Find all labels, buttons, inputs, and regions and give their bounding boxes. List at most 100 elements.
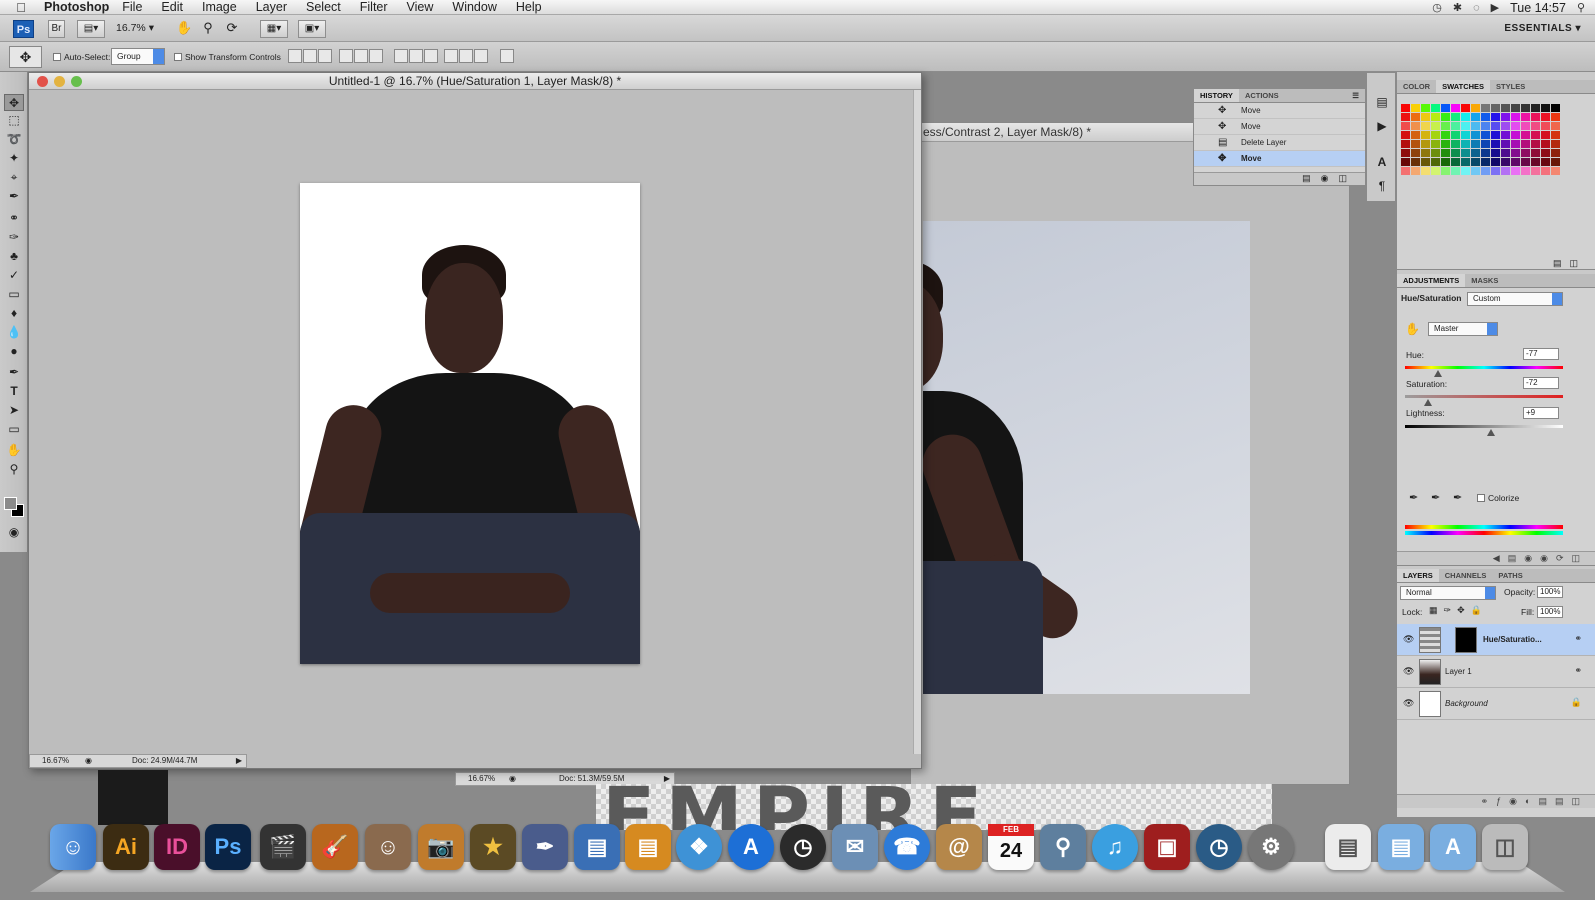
quick-selection-tool-icon[interactable]: ✦ (4, 150, 24, 167)
tab-history[interactable]: HISTORY (1194, 89, 1239, 102)
swatch-cell[interactable] (1461, 140, 1470, 148)
swatch-cell[interactable] (1501, 131, 1510, 139)
swatch-cell[interactable] (1491, 140, 1500, 148)
tab-color[interactable]: COLOR (1397, 80, 1436, 93)
swatch-cell[interactable] (1401, 158, 1410, 166)
swatch-cell[interactable] (1551, 140, 1560, 148)
app-store-icon[interactable]: A (728, 824, 774, 870)
time-machine-icon[interactable]: ◷ (1432, 1, 1442, 14)
swatch-cell[interactable] (1421, 167, 1430, 175)
eye-visibility-icon[interactable]: 👁 (1403, 698, 1414, 709)
mail-icon[interactable]: ✉ (832, 824, 878, 870)
wifi-icon[interactable]: ◌ (1473, 2, 1480, 14)
layer-name[interactable]: Background (1445, 699, 1488, 708)
rectangle-tool-icon[interactable]: ▭ (4, 421, 24, 438)
eye-visibility-icon[interactable]: 👁 (1403, 634, 1414, 645)
eyedropper-minus-icon[interactable]: ✒ (1453, 491, 1462, 504)
trash-dock-icon[interactable]: ◫ (1482, 824, 1528, 870)
swatch-cell[interactable] (1461, 104, 1470, 112)
eyedropper-tool-icon[interactable]: ✒ (4, 188, 24, 205)
reset-icon[interactable]: ⟳ (1556, 553, 1572, 563)
swatch-cell[interactable] (1431, 104, 1440, 112)
paint-bucket-tool-icon[interactable]: ♦ (4, 305, 24, 322)
swatch-cell[interactable] (1541, 140, 1550, 148)
swatch-cell[interactable] (1551, 131, 1560, 139)
swatch-cell[interactable] (1541, 113, 1550, 121)
align-top-icon[interactable] (288, 49, 302, 63)
tab-channels[interactable]: CHANNELS (1439, 569, 1493, 582)
swatch-cell[interactable] (1461, 167, 1470, 175)
hue-value-field[interactable]: -77 (1523, 348, 1559, 360)
swatch-cell[interactable] (1411, 149, 1420, 157)
healing-brush-tool-icon[interactable]: ⚭ (4, 210, 24, 227)
move-tool-icon[interactable]: ✥ (4, 94, 24, 111)
swatch-cell[interactable] (1431, 140, 1440, 148)
channel-select[interactable]: Master (1428, 322, 1498, 336)
swatch-cell[interactable] (1471, 122, 1480, 130)
menu-help[interactable]: Help (516, 0, 542, 14)
tab-masks[interactable]: MASKS (1465, 274, 1504, 287)
iphoto-icon[interactable]: 📷 (418, 824, 464, 870)
swatch-cell[interactable] (1521, 104, 1530, 112)
lock-transparency-icon[interactable]: ▦ (1429, 605, 1444, 615)
opacity-field[interactable]: 100% (1537, 586, 1563, 598)
menu-app-name[interactable]: Photoshop (44, 0, 109, 14)
swatch-grid[interactable] (1401, 104, 1560, 175)
facetime-icon[interactable]: ☎ (884, 824, 930, 870)
crop-tool-icon[interactable]: ⌖ (4, 169, 24, 186)
history-row[interactable]: ▤ Delete Layer (1194, 135, 1365, 151)
clone-stamp-tool-icon[interactable]: ♣ (4, 248, 24, 265)
bridge-button[interactable]: Br (48, 20, 65, 38)
layer-mask-thumbnail[interactable] (1455, 627, 1477, 653)
final-cut-icon[interactable]: 🎬 (260, 824, 306, 870)
preview-icon[interactable]: ⚲ (1040, 824, 1086, 870)
swatch-cell[interactable] (1461, 158, 1470, 166)
swatch-cell[interactable] (1431, 167, 1440, 175)
saturation-value-field[interactable]: -72 (1523, 377, 1559, 389)
swatch-cell[interactable] (1481, 122, 1490, 130)
history-row[interactable]: ✥ Move (1194, 119, 1365, 135)
swatch-cell[interactable] (1511, 140, 1520, 148)
history-brush-tool-icon[interactable]: ✓ (4, 267, 24, 284)
calendar-icon[interactable]: FEB 24 (988, 824, 1034, 870)
swatch-cell[interactable] (1431, 149, 1440, 157)
new-layer-icon[interactable]: ▤ (1555, 796, 1572, 806)
swatch-cell[interactable] (1491, 158, 1500, 166)
swatch-cell[interactable] (1491, 131, 1500, 139)
swatch-cell[interactable] (1551, 122, 1560, 130)
swatch-cell[interactable] (1401, 149, 1410, 157)
swatch-cell[interactable] (1441, 113, 1450, 121)
layer-row-background[interactable]: 👁 Background 🔒 (1397, 688, 1595, 720)
auto-select-checkbox[interactable]: Auto-Select: (53, 52, 110, 62)
swatch-cell[interactable] (1511, 158, 1520, 166)
distribute-top-icon[interactable] (394, 49, 408, 63)
swatch-cell[interactable] (1451, 113, 1460, 121)
trash-adjust-icon[interactable]: ◫ (1571, 553, 1588, 563)
swatch-cell[interactable] (1501, 167, 1510, 175)
swatch-cell[interactable] (1531, 158, 1540, 166)
menu-image[interactable]: Image (202, 0, 237, 14)
zoom-window-icon[interactable] (71, 76, 82, 87)
swatch-cell[interactable] (1521, 113, 1530, 121)
zoom-readout-main[interactable]: 16.67% (42, 755, 69, 767)
align-vcenter-icon[interactable] (303, 49, 317, 63)
distribute-right-icon[interactable] (474, 49, 488, 63)
swatch-cell[interactable] (1521, 167, 1530, 175)
hue-slider-thumb[interactable] (1434, 370, 1442, 377)
menu-filter[interactable]: Filter (360, 0, 388, 14)
swatch-cell[interactable] (1401, 104, 1410, 112)
swatch-cell[interactable] (1551, 113, 1560, 121)
swatch-cell[interactable] (1421, 122, 1430, 130)
swatch-cell[interactable] (1521, 149, 1530, 157)
address-book-icon[interactable]: @ (936, 824, 982, 870)
keynote-icon[interactable]: ▤ (625, 824, 671, 870)
brush-tool-icon[interactable]: ✑ (4, 229, 24, 246)
menu-edit[interactable]: Edit (161, 0, 183, 14)
swatch-cell[interactable] (1441, 122, 1450, 130)
swatch-cell[interactable] (1441, 167, 1450, 175)
swatch-cell[interactable] (1491, 113, 1500, 121)
zoom-tool-sidebar-icon[interactable]: ⚲ (4, 461, 24, 478)
layer-row-hue-saturation[interactable]: 👁 Hue/Saturatio... ⚭ (1397, 624, 1595, 656)
swatch-cell[interactable] (1531, 167, 1540, 175)
swatch-cell[interactable] (1471, 104, 1480, 112)
